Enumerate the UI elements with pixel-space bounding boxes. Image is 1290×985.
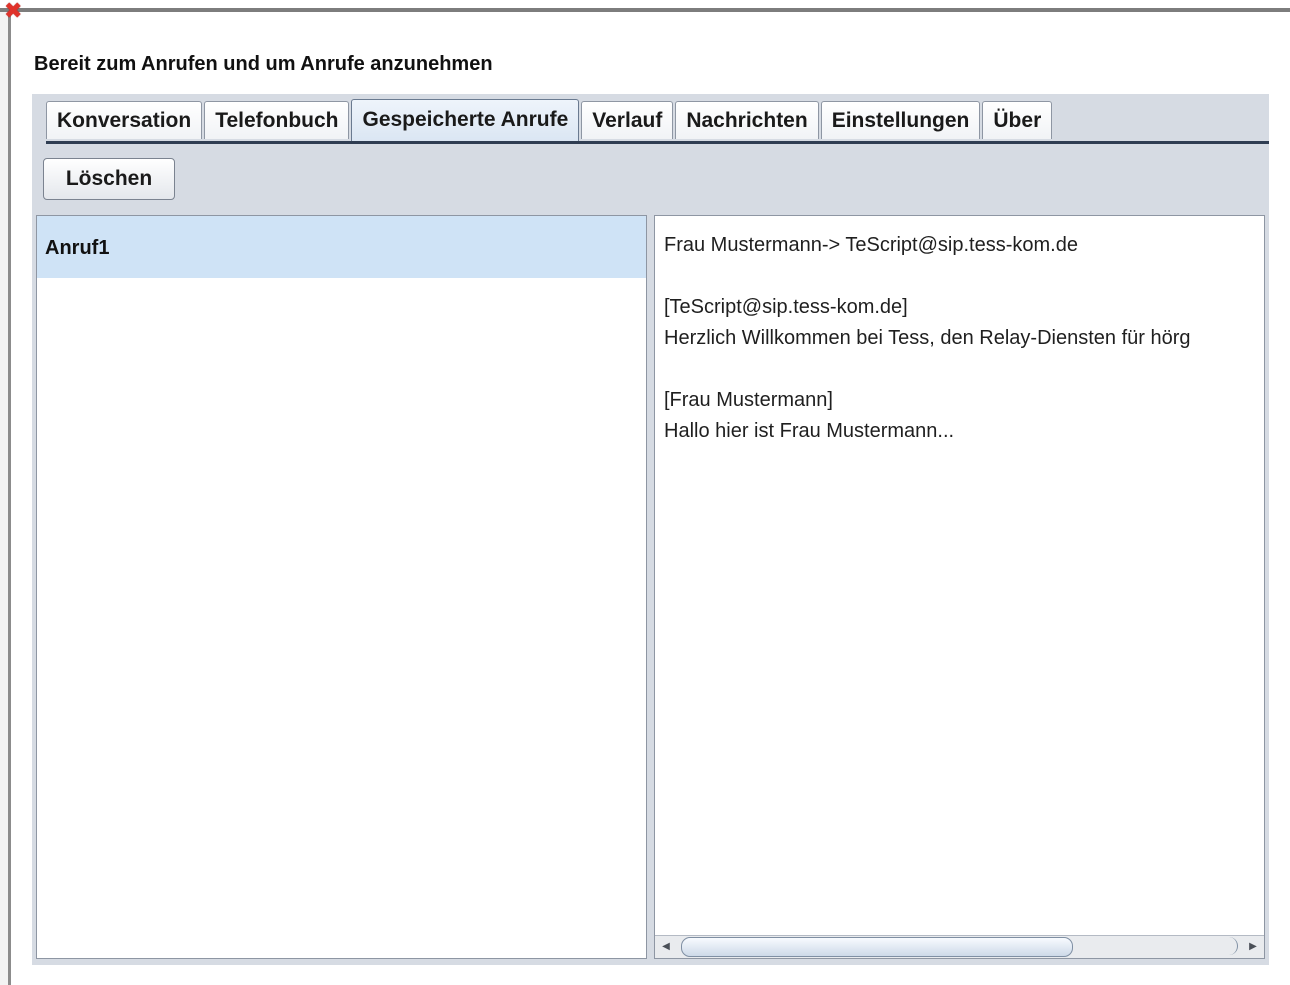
scroll-left-arrow-icon[interactable]: ◀ (659, 939, 673, 955)
list-item-selected[interactable]: Anruf1 (37, 216, 646, 278)
transcript-blank (664, 354, 1264, 385)
transcript-header: Frau Mustermann-> TeScript@sip.tess-kom.… (664, 234, 1078, 256)
horizontal-scrollbar[interactable]: ◀ ▶ (655, 935, 1264, 958)
transcript-message: Herzlich Willkommen bei Tess, den Relay-… (664, 327, 1191, 349)
transcript-blank (664, 261, 1264, 292)
status-text: Bereit zum Anrufen und um Anrufe anzuneh… (34, 53, 493, 75)
tab-konversation[interactable]: Konversation (46, 101, 203, 139)
transcript-speaker: [Frau Mustermann] (664, 389, 833, 411)
background-window-edge (0, 8, 1290, 12)
close-icon[interactable]: ✖ (4, 1, 24, 23)
tab-underline (46, 141, 1269, 144)
scroll-right-arrow-icon[interactable]: ▶ (1246, 939, 1260, 955)
transcript-text: Frau Mustermann-> TeScript@sip.tess-kom.… (664, 230, 1264, 447)
background-window-border (8, 12, 11, 985)
scrollbar-thumb[interactable] (681, 937, 1073, 957)
transcript-speaker: [TeScript@sip.tess-kom.de] (664, 296, 908, 318)
tab-einstellungen[interactable]: Einstellungen (820, 101, 981, 139)
transcript-panel[interactable]: Frau Mustermann-> TeScript@sip.tess-kom.… (654, 215, 1265, 959)
tab-verlauf[interactable]: Verlauf (581, 101, 674, 139)
tab-gespeicherte-anrufe[interactable]: Gespeicherte Anrufe (351, 99, 580, 141)
delete-button[interactable]: Löschen (43, 158, 175, 200)
tab-bar: Konversation Telefonbuch Gespeicherte An… (46, 99, 1054, 141)
tab-nachrichten[interactable]: Nachrichten (675, 101, 819, 139)
app-panel: Bereit zum Anrufen und um Anrufe anzuneh… (32, 38, 1269, 965)
tab-telefonbuch[interactable]: Telefonbuch (204, 101, 350, 139)
tab-ueber[interactable]: Über (982, 101, 1053, 139)
transcript-message: Hallo hier ist Frau Mustermann... (664, 420, 955, 442)
scrollbar-track-end (1221, 937, 1238, 955)
status-bar: Bereit zum Anrufen und um Anrufe anzuneh… (32, 38, 1269, 94)
saved-calls-list[interactable]: Anruf1 (36, 215, 647, 959)
